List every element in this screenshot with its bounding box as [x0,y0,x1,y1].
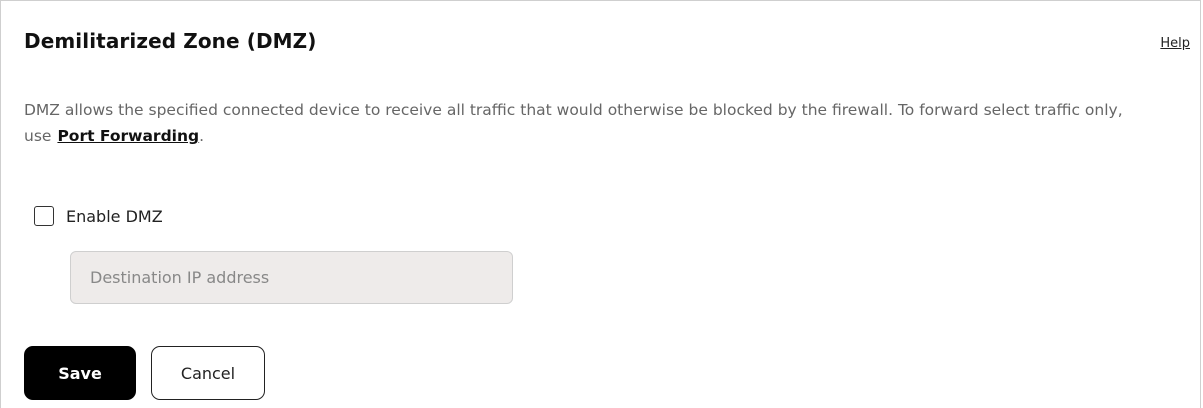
page-title: Demilitarized Zone (DMZ) [24,29,317,53]
enable-dmz-row[interactable]: Enable DMZ [34,206,163,226]
dmz-description: DMZ allows the specified connected devic… [24,97,1184,149]
enable-dmz-checkbox[interactable] [34,206,54,226]
destination-ip-input[interactable] [70,251,513,304]
cancel-button[interactable]: Cancel [151,346,265,400]
port-forwarding-link[interactable]: Port Forwarding [57,127,199,145]
save-button[interactable]: Save [24,346,136,400]
dmz-settings-panel: Demilitarized Zone (DMZ) Help DMZ allows… [0,0,1201,408]
description-trailing: . [199,127,205,145]
enable-dmz-label[interactable]: Enable DMZ [66,207,163,226]
help-link[interactable]: Help [1160,36,1190,51]
